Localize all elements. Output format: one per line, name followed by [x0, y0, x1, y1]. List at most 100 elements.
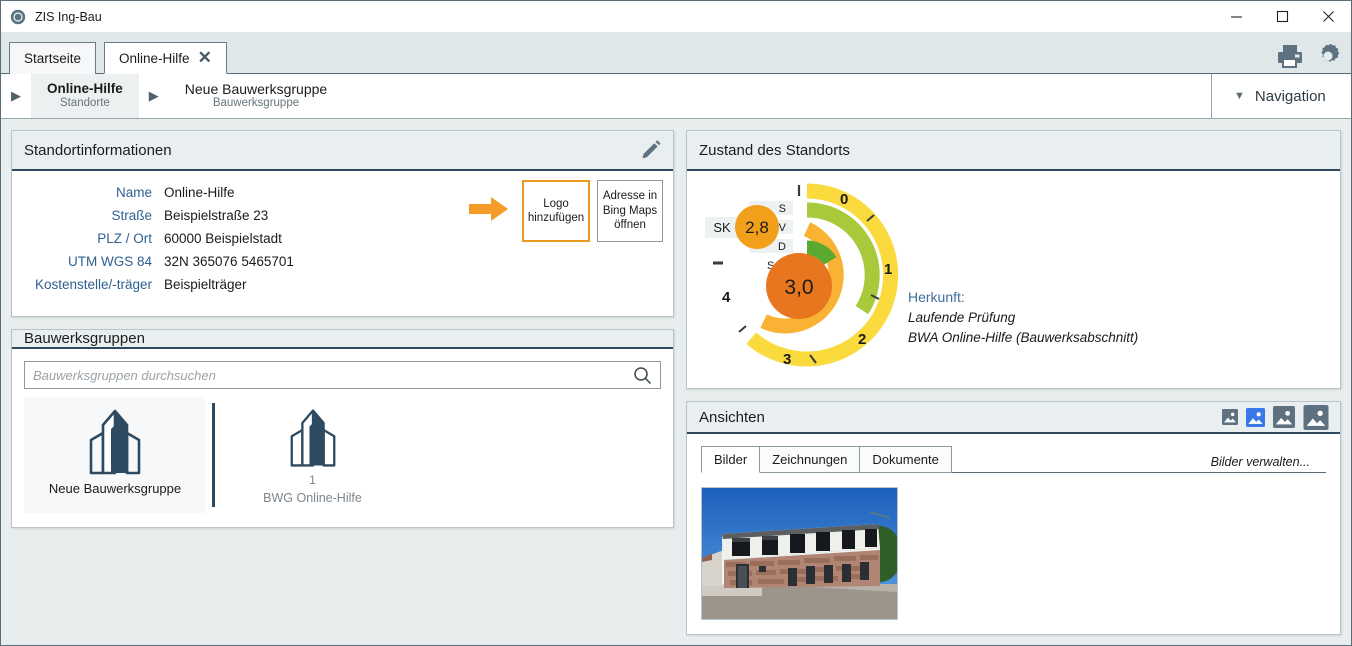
building-photo [701, 488, 897, 619]
navigation-dropdown[interactable]: ▼ Navigation [1211, 74, 1351, 118]
field-label-kostenstelle: Kostenstelle/-träger [34, 277, 152, 292]
herkunft-line-2: BWA Online-Hilfe (Bauwerksabschnitt) [907, 329, 1139, 345]
tab-strip: Startseite Online-Hilfe ✕ [1, 32, 1351, 74]
minimize-icon [1230, 16, 1242, 18]
breadcrumb-title: Online-Hilfe [47, 81, 123, 97]
image-thumbnail[interactable] [700, 487, 898, 620]
bwg-tile-sublabel: BWG Online-Hilfe [263, 491, 362, 505]
breadcrumb-item-online-hilfe[interactable]: Online-Hilfe Standorte [31, 74, 139, 118]
herkunft-block: Herkunft: Laufende Prüfung BWA Online-Hi… [908, 289, 1138, 347]
panel-zustand-des-standorts: Zustand des Standorts S V D 0 1 2 3 4 SK… [685, 130, 1341, 389]
field-label-utm: UTM WGS 84 [67, 254, 152, 269]
panel-header-tools [639, 131, 663, 169]
panel-bauwerksgruppen: Bauwerksgruppen Bauwerksgruppen durchsuc… [11, 329, 674, 528]
bwg-tile-label: Neue Bauwerksgruppe [48, 481, 182, 496]
gauge-scale-2: 2 [858, 331, 866, 348]
tab-online-hilfe[interactable]: Online-Hilfe ✕ [104, 42, 227, 74]
open-bing-maps-label: Adresse in Bing Maps öffnen [602, 190, 658, 232]
bwg-tile-neue-bauwerksgruppe[interactable]: Neue Bauwerksgruppe [24, 397, 206, 513]
image-size-m-icon[interactable] [1272, 406, 1296, 428]
tab-toolbar [1275, 41, 1343, 71]
orange-pointer-arrow-icon [469, 197, 508, 221]
breadcrumb-title: Neue Bauwerksgruppe [184, 81, 328, 98]
maximize-button[interactable] [1259, 1, 1305, 32]
bwg-tile-number: 1 [309, 473, 316, 487]
tab-bilder[interactable]: Bilder [700, 446, 761, 473]
minimize-button[interactable] [1213, 1, 1259, 32]
chevron-down-icon: ▼ [1234, 90, 1245, 102]
tab-zeichnungen[interactable]: Zeichnungen [759, 446, 861, 473]
search-box[interactable] [24, 361, 661, 389]
window-title: ZIS Ing-Bau [35, 9, 102, 24]
print-icon [1278, 45, 1302, 68]
tab-close-icon[interactable]: ✕ [198, 49, 212, 66]
bauwerksgruppen-list: Neue Bauwerksgruppe 1 BWG Online-Hilfe [12, 389, 673, 527]
search-input[interactable] [33, 367, 633, 383]
image-size-s-icon[interactable] [1245, 407, 1266, 427]
search-icon[interactable] [633, 366, 652, 385]
building-group-icon [290, 409, 335, 467]
ansichten-tabs: Bilder Zeichnungen Dokumente Bilder verw… [700, 446, 1327, 473]
herkunft-title: Herkunft: [907, 289, 965, 305]
image-size-l-icon[interactable] [1302, 404, 1330, 430]
close-icon [1322, 11, 1334, 22]
tab-dokumente[interactable]: Dokumente [859, 446, 952, 473]
title-bar: ZIS Ing-Bau [1, 1, 1351, 32]
gauge-ring-label-s: S [779, 203, 786, 215]
breadcrumb-subtitle: Standorte [59, 96, 110, 109]
gauge-ring-label-d: D [778, 241, 786, 253]
panel-header: Bauwerksgruppen [12, 330, 673, 349]
image-size-xs-icon[interactable] [1221, 409, 1239, 425]
field-label-plz-ort: PLZ / Ort [97, 231, 152, 246]
panel-title: Ansichten [698, 408, 765, 426]
gauge-scale-3: 3 [783, 351, 791, 368]
gauge-center-value: 3,0 [784, 276, 813, 299]
open-bing-maps-button[interactable]: Adresse in Bing Maps öffnen [597, 180, 663, 242]
application-window: ZIS Ing-Bau Startseite Online-Hilfe ✕ ▶ … [0, 0, 1352, 646]
sk-label: SK [713, 220, 731, 235]
breadcrumb: ▶ Online-Hilfe Standorte ▶ Neue Bauwerks… [1, 74, 1351, 119]
tab-label: Bilder [713, 452, 748, 467]
breadcrumb-arrow-icon: ▶ [148, 88, 159, 103]
building-group-icon [89, 409, 141, 475]
panel-header: Standortinformationen [12, 131, 673, 171]
navigation-label: Navigation [1254, 87, 1326, 105]
panel-header: Zustand des Standorts [686, 131, 1340, 171]
panel-title: Standortinformationen [24, 141, 172, 159]
maximize-icon [1276, 10, 1288, 23]
image-size-toolbar [1221, 402, 1330, 432]
add-logo-label: Logo hinzufügen [527, 197, 585, 224]
panel-ansichten: Ansichten Bilder Zeichnungen Dokumente B… [685, 401, 1341, 635]
sk-value: 2,8 [745, 218, 769, 237]
tab-startseite[interactable]: Startseite [9, 42, 97, 74]
print-button[interactable] [1275, 42, 1305, 70]
condition-gauge-chart: S V D Sch 0 1 2 3 4 SK 2,8 [704, 183, 899, 368]
breadcrumb-item-neue-bauwerksgruppe[interactable]: Neue Bauwerksgruppe Bauwerksgruppe [169, 74, 343, 118]
panel-body: Neue Bauwerksgruppe [12, 349, 673, 527]
gear-icon [1321, 43, 1340, 62]
gauge-ring-label-v: V [779, 222, 787, 234]
pencil-icon [642, 140, 661, 159]
tab-label: Online-Hilfe [119, 50, 190, 66]
app-circle-icon [10, 9, 26, 24]
tab-label: Zeichnungen [772, 452, 848, 467]
bwg-tile-bwg-online-hilfe[interactable]: 1 BWG Online-Hilfe [225, 397, 400, 513]
field-label-name: Name [115, 185, 152, 200]
panel-header: Ansichten [686, 402, 1340, 434]
edit-button[interactable] [639, 138, 663, 162]
field-label-strasse: Straße [111, 208, 152, 223]
gauge-scale-1: 1 [884, 261, 892, 278]
settings-button[interactable] [1313, 41, 1343, 71]
workspace: Standortinformationen Name Online-Hilfe … [1, 120, 1351, 645]
close-button[interactable] [1305, 1, 1351, 32]
list-divider [212, 403, 215, 507]
manage-images-link[interactable]: Bilder verwalten... [1211, 455, 1310, 469]
field-value-utm: 32N 365076 5465701 [164, 254, 294, 269]
panel-title: Bauwerksgruppen [24, 330, 145, 347]
tab-label: Dokumente [872, 452, 939, 467]
add-logo-button[interactable]: Logo hinzufügen [522, 180, 590, 242]
herkunft-line-1: Laufende Prüfung [907, 310, 1016, 325]
tab-label: Startseite [24, 51, 82, 66]
search-row [12, 349, 673, 389]
breadcrumb-subtitle: Bauwerksgruppe [212, 97, 300, 110]
